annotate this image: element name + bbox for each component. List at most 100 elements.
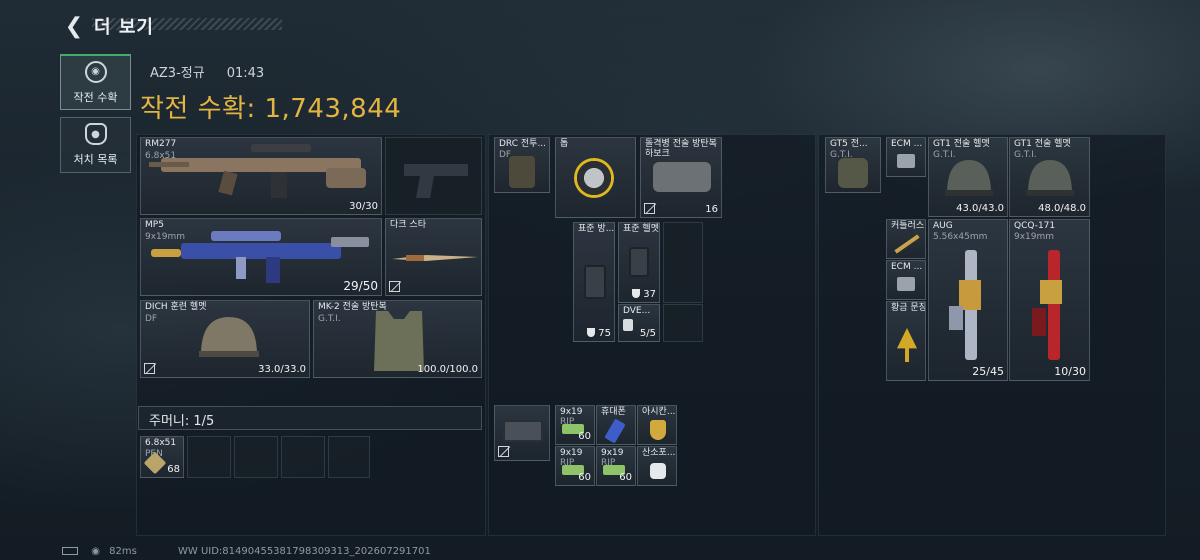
backpack-item[interactable]: 산소포... (637, 446, 677, 486)
item-name: 톱 (560, 139, 569, 149)
helmet-slot[interactable]: DICH 훈련 헬멧 DF 33.0/33.0 (140, 300, 310, 378)
item-count: 5/5 (639, 328, 656, 339)
secondary-weapon-slot[interactable]: MP5 9x19mm 29/50 (140, 218, 382, 296)
stash-item[interactable]: 커틀러스 (886, 219, 926, 259)
pocket-slot-2[interactable] (187, 436, 231, 478)
backpack-item[interactable]: 아시칸... (637, 405, 677, 445)
item-name: 휴대폰 (601, 407, 626, 417)
knife-icon (894, 234, 920, 254)
map-name: AZ3-정규 (150, 66, 205, 81)
item-count: 60 (619, 472, 632, 483)
tab-operation-loot[interactable]: ◉ 작전 수확 (60, 54, 131, 110)
trophy-icon (650, 420, 666, 440)
oxygen-icon (650, 463, 666, 479)
pocket-slot-4[interactable] (281, 436, 325, 478)
wifi-icon: ◉ (91, 546, 100, 557)
stash-item[interactable]: GT1 전술 헬멧 G.T.I. 48.0/48.0 (1009, 137, 1090, 217)
emblem-icon (897, 328, 917, 362)
locked-icon (389, 281, 400, 292)
canister-icon (623, 319, 633, 331)
rig-slot-empty[interactable] (663, 304, 703, 342)
pocket-slot-1[interactable]: 6.8x51 PEN 68 (140, 436, 184, 478)
sidearm-slot-empty[interactable] (385, 137, 482, 215)
ammo-count: 30/30 (349, 201, 378, 212)
knife-icon (392, 255, 478, 261)
stash-item[interactable]: QCQ-171 9x19mm 10/30 (1009, 219, 1090, 381)
durability: 37 (632, 289, 656, 300)
rig-item[interactable]: 톱 (555, 137, 636, 218)
item-name: ECM ... (891, 262, 923, 272)
chest-rig-icon (509, 156, 535, 188)
durability: 75 (587, 328, 611, 339)
stash-item[interactable]: ECM ... (886, 137, 926, 177)
item-name: 6.8x51 (145, 438, 177, 448)
stash-item[interactable]: ECM ... (886, 260, 926, 300)
item-name: GT5 전... (830, 139, 868, 149)
case-icon (503, 420, 543, 442)
durability-value: 37 (643, 289, 656, 300)
item-name: 황금 문장 (891, 303, 926, 313)
match-info: AZ3-정규 01:43 (150, 62, 286, 81)
item-name: 아시칸... (642, 407, 676, 417)
ammo-count: 10/30 (1054, 365, 1086, 378)
shield-icon (587, 328, 596, 337)
rifle-icon (949, 250, 981, 360)
backpack-item[interactable]: 9x19 RIP 60 (596, 446, 636, 486)
durability: 100.0/100.0 (417, 364, 478, 375)
stash-item[interactable]: 황금 문장 (886, 301, 926, 381)
ecm-icon (897, 277, 915, 291)
shield-icon (632, 289, 641, 298)
rig-item[interactable]: 표준 헬멧 37 (618, 222, 660, 303)
chevron-left-icon[interactable]: ❮ (62, 14, 86, 39)
target-icon: ◉ (84, 60, 107, 83)
item-count: 16 (705, 204, 718, 215)
status-bar: ◉ 82ms WW UID:81490455381798309313_20260… (62, 546, 431, 557)
backpack-item[interactable]: 휴대폰 (596, 405, 636, 445)
item-name: 표준 헬멧 (623, 224, 659, 234)
user-uid: WW UID:81490455381798309313_202607291701 (177, 546, 431, 557)
tab-label: 처치 목록 (73, 153, 118, 166)
melee-slot[interactable]: 다크 스타 (385, 218, 482, 296)
durability-value: 75 (598, 328, 611, 339)
armor-slot[interactable]: MK-2 전술 방탄복 G.T.I. 100.0/100.0 (313, 300, 482, 378)
smg-icon (1032, 250, 1062, 360)
ammo-count: 29/50 (343, 279, 378, 293)
ecm-icon (897, 154, 915, 168)
battery-icon (62, 547, 78, 555)
pocket-label: 주머니: 1/5 (149, 414, 215, 429)
loot-value: 작전 수확: 1,743,844 (140, 94, 402, 124)
item-count: 68 (167, 464, 180, 475)
rig-item[interactable]: 표준 방... 75 (573, 222, 615, 342)
rig-item[interactable]: DVE... 5/5 (618, 304, 660, 342)
primary-weapon-slot[interactable]: RM277 6.8x51 30/30 (140, 137, 382, 215)
item-count: 60 (578, 431, 591, 442)
locked-icon (144, 363, 155, 374)
saw-icon (574, 158, 614, 198)
ping: 82ms (109, 546, 137, 557)
durability: 33.0/33.0 (258, 364, 306, 375)
stash-container[interactable]: GT5 전... G.T.I. (825, 137, 881, 193)
stash-item[interactable]: GT1 전술 헬멧 G.T.I. 43.0/43.0 (928, 137, 1008, 217)
item-name: DRC 전투... (499, 139, 547, 149)
pocket-slot-5[interactable] (328, 436, 370, 478)
header-decoration (92, 18, 282, 30)
ammo-count: 25/45 (972, 365, 1004, 378)
item-name: 커틀러스 (891, 221, 925, 231)
backpack-icon (838, 158, 868, 188)
skull-icon: ● (84, 123, 107, 145)
pistol-silhouette-icon (404, 164, 468, 198)
rig-slot-empty[interactable] (663, 222, 703, 303)
locked-icon (498, 446, 509, 457)
locked-icon (644, 203, 655, 214)
rig-item[interactable]: 돌격병 전술 방탄복 하보크 16 (640, 137, 722, 218)
backpack-item[interactable]: 9x19 RIP 60 (555, 405, 595, 445)
match-time: 01:43 (226, 66, 265, 81)
backpack-item[interactable]: 9x19 RIP 60 (555, 446, 595, 486)
tab-kill-list[interactable]: ● 처치 목록 (60, 117, 131, 173)
rig-slot[interactable]: DRC 전투... DF (494, 137, 550, 193)
stash-item[interactable]: AUG 5.56x45mm 25/45 (928, 219, 1008, 381)
battery-icon (584, 265, 606, 299)
pocket-slot-3[interactable] (234, 436, 278, 478)
backpack-slot[interactable] (494, 405, 550, 461)
phone-icon (604, 418, 626, 444)
